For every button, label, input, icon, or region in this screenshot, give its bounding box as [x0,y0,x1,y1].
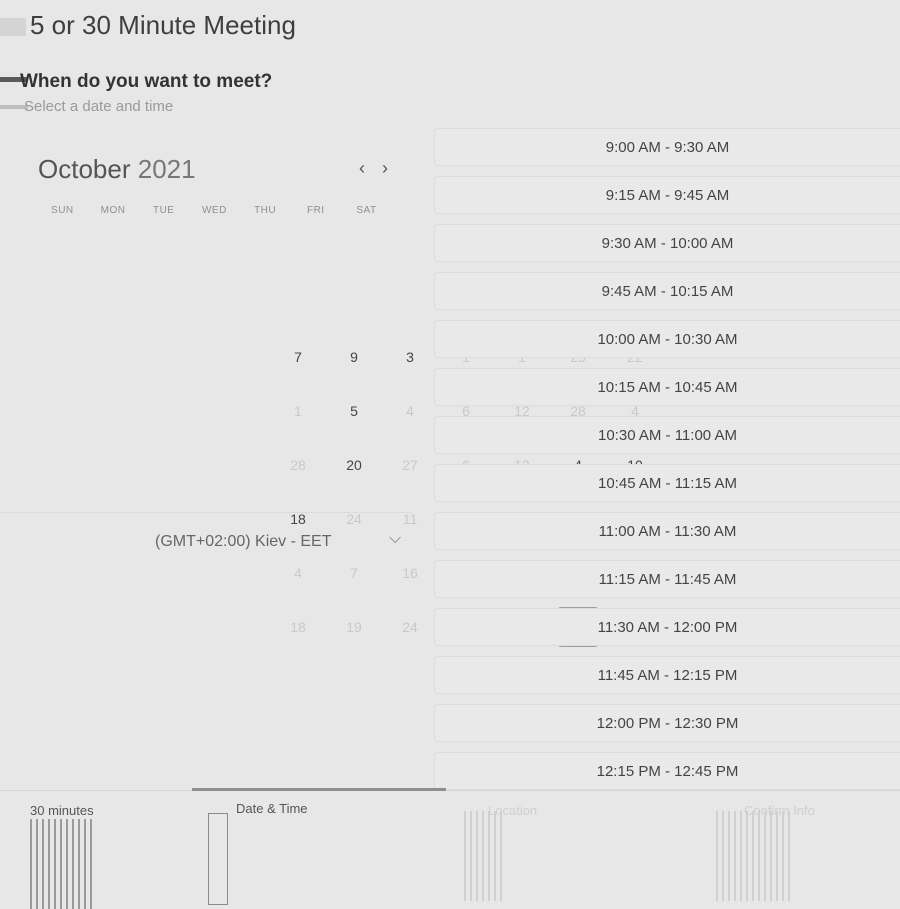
calendar-day[interactable]: 9 [333,337,375,377]
calendar-day: 4 [294,565,302,581]
step-confirm-info[interactable]: Confirm Info [744,803,815,818]
prev-month-chevron-icon[interactable]: ‹ [359,158,365,179]
weekday-wed: WED [201,205,227,216]
month-name: October [38,154,131,184]
calendar-day: 24 [402,619,418,635]
time-slot-button[interactable]: 9:00 AM - 9:30 AM [434,128,900,166]
step-date-time[interactable]: Date & Time [236,801,308,816]
calendar-day: 28 [290,457,306,473]
weekday-header: SUN MON TUE WED THU FRI SAT [37,205,392,216]
confirm-info-icon [716,811,790,901]
weekday-mon: MON [100,205,126,216]
weekday-fri: FRI [306,205,325,216]
time-slot-button[interactable]: 11:30 AM - 12:00 PM [434,608,900,646]
step-location[interactable]: Location [488,803,537,818]
weekday-sat: SAT [356,205,377,216]
calendar-day: 16 [402,565,418,581]
calendar-day: 27 [402,457,418,473]
time-slot-button[interactable]: 10:15 AM - 10:45 AM [434,368,900,406]
calendar-day[interactable]: 7 [277,337,319,377]
time-slot-button[interactable]: 9:45 AM - 10:15 AM [434,272,900,310]
location-pin-icon [464,811,502,901]
time-slot-button[interactable]: 9:30 AM - 10:00 AM [434,224,900,262]
time-slot-button[interactable]: 10:00 AM - 10:30 AM [434,320,900,358]
calendar-day: 18 [290,619,306,635]
month-label: October 2021 [38,154,196,185]
step-duration[interactable]: 30 minutes [30,803,94,818]
time-slot-button[interactable]: 11:45 AM - 12:15 PM [434,656,900,694]
calendar-day[interactable]: 3 [389,337,431,377]
calendar-day: 24 [346,511,362,527]
calendar-day[interactable]: 20 [333,445,375,485]
calendar-icon [208,813,228,905]
time-slot-button[interactable]: 10:30 AM - 11:00 AM [434,416,900,454]
subtitle-text: Select a date and time [24,98,174,115]
question-heading: When do you want to meet? [20,71,273,92]
weekday-thu: THU [254,205,277,216]
time-slot-button[interactable]: 12:00 PM - 12:30 PM [434,704,900,742]
time-slot-button[interactable]: 10:45 AM - 11:15 AM [434,464,900,502]
weekday-sun: SUN [51,205,74,216]
timezone-select[interactable]: (GMT+02:00) Kiev - EET [155,533,332,551]
calendar-day: 19 [346,619,362,635]
weekday-tue: TUE [152,205,175,216]
calendar-day[interactable]: 5 [333,391,375,431]
time-slot-button[interactable]: 9:15 AM - 9:45 AM [434,176,900,214]
time-slot-button[interactable]: 12:15 PM - 12:45 PM [434,752,900,790]
step-1-bars [30,819,92,909]
time-slot-button[interactable]: 11:15 AM - 11:45 AM [434,560,900,598]
page-title: 5 or 30 Minute Meeting [30,10,296,40]
calendar-day: 4 [406,403,414,419]
chevron-down-icon[interactable]: ⌵ [389,530,401,548]
active-step-indicator [192,788,446,791]
time-slot-button[interactable]: 11:00 AM - 11:30 AM [434,512,900,550]
calendar-day: 1 [294,403,302,419]
calendar-day: 7 [350,565,358,581]
year-label: 2021 [137,154,196,184]
header-logo-block [0,18,26,36]
next-month-chevron-icon[interactable]: › [382,158,388,179]
progress-steps: 30 minutes Date & Time Location Confirm … [0,788,900,909]
